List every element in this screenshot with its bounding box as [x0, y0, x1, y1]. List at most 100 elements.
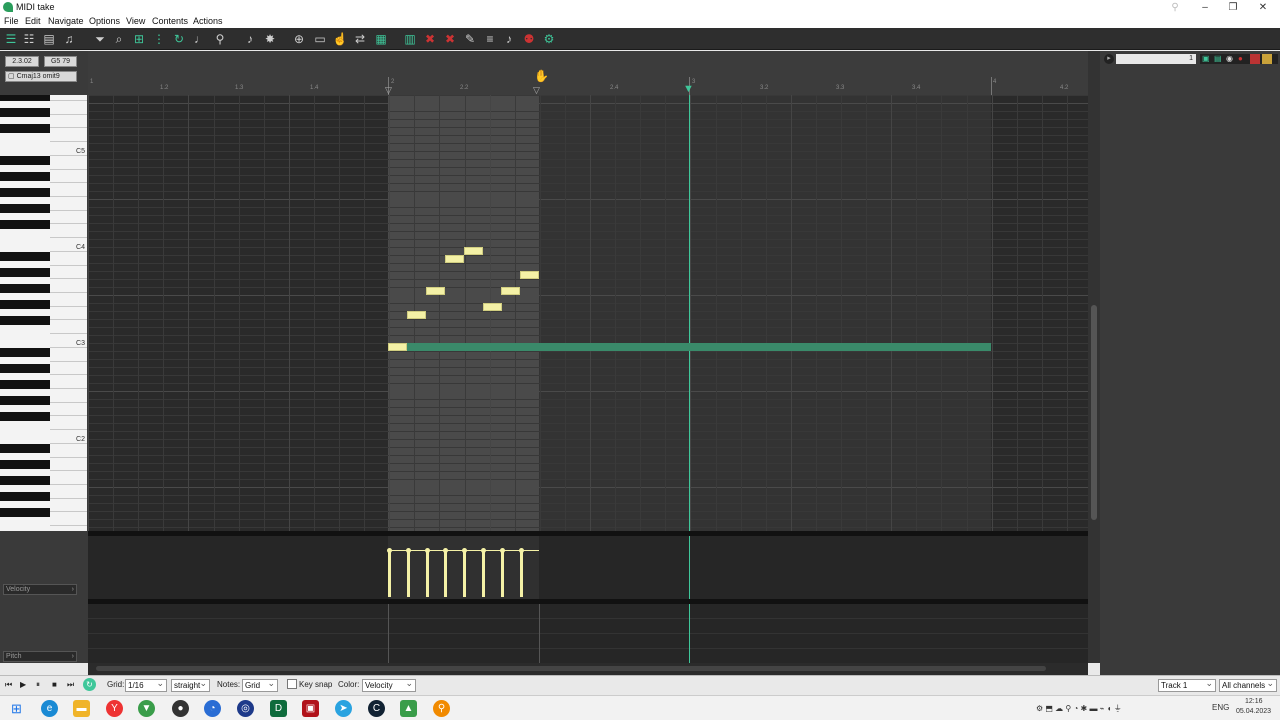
velocity-stem[interactable] [406, 550, 410, 597]
filter-icon[interactable]: ⏷ [92, 31, 108, 47]
menu-options[interactable]: Options [89, 16, 120, 26]
black-key[interactable] [0, 380, 50, 389]
metronome-icon[interactable]: ♩ [192, 31, 208, 47]
midi-note[interactable] [483, 303, 502, 311]
snap-icon[interactable]: ⊞ [131, 31, 147, 47]
visibility-icon[interactable]: ◉ [1226, 54, 1233, 63]
list-view-icon[interactable]: ▥ [402, 31, 418, 47]
horizontal-scroll-thumb[interactable] [96, 666, 1046, 671]
table-icon[interactable]: ▦ [373, 31, 389, 47]
black-key[interactable] [0, 252, 50, 261]
skip-forward-icon[interactable]: ⏭ [67, 680, 74, 690]
named-notes-view-icon[interactable]: ☷ [21, 31, 37, 47]
black-key[interactable] [0, 316, 50, 325]
velocity-stem[interactable] [388, 550, 391, 597]
note-icon[interactable]: ♪ [501, 31, 517, 47]
horizontal-scrollbar[interactable] [88, 663, 1088, 675]
velocity-lane-selector[interactable]: Velocity › [3, 584, 77, 595]
delete-icon[interactable]: ✖ [442, 31, 458, 47]
mixer-icon[interactable]: ⚙ [541, 31, 557, 47]
black-key[interactable] [0, 300, 50, 309]
midi-note[interactable] [501, 287, 520, 295]
yandex-icon[interactable]: Y [106, 700, 123, 717]
black-key[interactable] [0, 108, 50, 117]
pitch-lane-selector[interactable]: Pitch › [3, 651, 77, 662]
black-key[interactable] [0, 460, 50, 469]
minimize-button[interactable]: – [1190, 1, 1220, 14]
edge-icon[interactable]: e [41, 700, 58, 717]
chord-checkbox[interactable]: ▢ [8, 73, 15, 80]
black-key[interactable] [0, 444, 50, 453]
swing-select[interactable]: straight [171, 678, 210, 692]
tray-icons[interactable]: ⚙ ⬒ ☁ ⚲ ◔ ✱ ▬ ⌁ ◖ ⏚ [1036, 703, 1122, 714]
file-explorer-icon[interactable]: ▬ [73, 700, 90, 717]
black-key[interactable] [0, 204, 50, 213]
pitch-lane[interactable] [88, 604, 1088, 663]
menu-file[interactable]: File [4, 16, 19, 26]
black-key[interactable] [0, 95, 50, 101]
midi-note[interactable] [426, 287, 445, 295]
track-select[interactable]: Track 1 [1158, 678, 1216, 692]
black-key[interactable] [0, 172, 50, 181]
drum-icon[interactable]: ✸ [262, 31, 278, 47]
pause-icon[interactable]: ⏸ [36, 680, 40, 690]
notation-icon[interactable]: ♫ [61, 31, 77, 47]
vertical-scrollbar[interactable] [1088, 51, 1100, 663]
midi-note[interactable] [407, 311, 426, 319]
menu-view[interactable]: View [126, 16, 145, 26]
chat-icon[interactable]: ◔ [204, 700, 221, 717]
step-input-icon[interactable]: ⚲ [212, 31, 228, 47]
midi-note[interactable] [464, 247, 483, 255]
midi-note[interactable] [388, 343, 407, 351]
vertical-scroll-thumb[interactable] [1091, 305, 1097, 520]
track-number-field[interactable]: 1 [1116, 54, 1196, 64]
velocity-stem[interactable] [444, 550, 448, 597]
windows-start-icon[interactable]: ⊞ [8, 700, 25, 717]
record-arm-icon[interactable]: ● [1238, 54, 1243, 63]
black-key[interactable] [0, 396, 50, 405]
black-key[interactable] [0, 348, 50, 357]
select-icon[interactable]: ▭ [312, 31, 328, 47]
channels-select[interactable]: All channels [1219, 678, 1277, 692]
midi-note[interactable] [520, 271, 539, 279]
menu-actions[interactable]: Actions [193, 16, 223, 26]
velocity-stem[interactable] [425, 550, 429, 597]
black-key[interactable] [0, 124, 50, 133]
clock-date[interactable]: 05.04.2023 [1236, 708, 1271, 715]
note-chip[interactable]: G5 79 [44, 56, 77, 67]
black-key[interactable] [0, 412, 50, 421]
pencil-icon[interactable]: ✎ [462, 31, 478, 47]
track-icon[interactable]: ▣ [1202, 54, 1210, 63]
close-button[interactable]: ✕ [1248, 1, 1278, 14]
position-chip[interactable]: 2.3.02 [5, 56, 39, 67]
velocity-handle[interactable] [405, 548, 411, 553]
piano-roll-grid[interactable] [88, 95, 1088, 531]
notes-select[interactable]: Grid [242, 678, 278, 692]
recorder-icon[interactable]: ● [172, 700, 189, 717]
color-select[interactable]: Velocity [362, 678, 416, 692]
swap-icon[interactable]: ⇄ [352, 31, 368, 47]
midi-note[interactable] [445, 255, 464, 263]
velocity-stem[interactable] [519, 550, 523, 597]
black-key[interactable] [0, 364, 50, 373]
zoom-icon[interactable]: ⌕ [111, 31, 127, 47]
media-app-icon[interactable]: ▣ [302, 700, 319, 717]
hand-icon[interactable]: ☝ [332, 31, 348, 47]
grid-select[interactable]: 1/16 [125, 678, 167, 692]
black-key[interactable] [0, 268, 50, 277]
play-button-icon[interactable]: ▶ [20, 680, 26, 689]
loop-toggle-icon[interactable]: ↻ [83, 678, 96, 691]
solo-icon[interactable] [1262, 54, 1272, 64]
velocity-stem[interactable] [482, 550, 485, 597]
editor-app-icon[interactable]: D [270, 700, 287, 717]
event-list-icon[interactable]: ▤ [41, 31, 57, 47]
menu-edit[interactable]: Edit [25, 16, 41, 26]
menu-lines-icon[interactable]: ≡ [482, 31, 498, 47]
clock-time[interactable]: 12:16 [1245, 698, 1263, 705]
remove-icon[interactable]: ✖ [422, 31, 438, 47]
midi-note-long[interactable] [407, 343, 991, 351]
black-key[interactable] [0, 156, 50, 165]
record-icon[interactable]: ⚉ [521, 31, 537, 47]
black-key[interactable] [0, 476, 50, 485]
pin-icon[interactable]: ⚲ [1160, 1, 1190, 14]
